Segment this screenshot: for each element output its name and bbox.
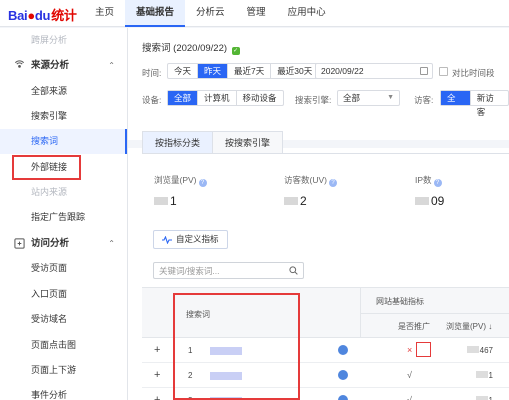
device-selector: 全部 计算机 移动设备 (167, 90, 284, 106)
time-label: 时间: (142, 68, 162, 78)
keyword-search (153, 262, 304, 279)
sidebar-item-visited-domains[interactable]: 受访域名 (0, 307, 127, 332)
sidebar-item-search-terms[interactable]: 搜索词 (0, 129, 127, 154)
sidebar-item-click-map[interactable]: 页面点击图 (0, 333, 127, 358)
sidebar-item-visited-pages[interactable]: 受访页面 (0, 256, 127, 281)
page-title: 搜索词 (2020/09/22) ✓ (142, 40, 240, 55)
sidebar-item-ad-tracking[interactable]: 指定广告跟踪 (0, 205, 127, 230)
chevron-up-icon: ⌃ (108, 239, 115, 248)
search-icon[interactable] (289, 266, 298, 275)
device-computer[interactable]: 计算机 (198, 91, 237, 105)
custom-metric-label: 自定义指标 (176, 234, 219, 244)
device-label: 设备: (142, 95, 162, 105)
sidebar-group-source-label: 来源分析 (31, 60, 70, 71)
time-range-selector: 今天 昨天 最近7天 最近30天 (167, 63, 320, 79)
main-nav: 主页 基础报告 分析云 管理 应用中心 (84, 0, 337, 27)
wave-icon (162, 236, 172, 244)
sidebar-group-visit[interactable]: 访问分析 ⌃ (0, 231, 127, 256)
tab-by-metric[interactable]: 按指标分类 (142, 131, 214, 154)
sidebar-item-event-analysis[interactable]: 事件分析 (0, 383, 127, 400)
logo-text-du: du (34, 8, 51, 23)
top-bar: Bai●du统计 主页 基础报告 分析云 管理 应用中心 (0, 0, 509, 27)
time-yesterday[interactable]: 昨天 (198, 64, 229, 78)
visitor-label: 访客: (414, 95, 434, 105)
search-input[interactable] (154, 263, 279, 278)
baidu-tongji-logo[interactable]: Bai●du统计 (8, 5, 77, 24)
sidebar-item-page-flow[interactable]: 页面上下游 (0, 358, 127, 383)
visit-icon (14, 238, 25, 249)
check-badge-icon: ✓ (231, 47, 240, 55)
report-date: (2020/09/22) (173, 43, 228, 54)
time-today[interactable]: 今天 (168, 64, 199, 78)
engine-value: 全部 (343, 93, 361, 103)
engine-label: 搜索引擎: (295, 95, 332, 105)
compare-checkbox[interactable] (439, 67, 448, 76)
date-value: 2020/09/22 (321, 66, 364, 76)
nav-analysis-cloud[interactable]: 分析云 (185, 0, 236, 27)
visitor-selector: 全部 新访客 (440, 90, 509, 117)
tab-by-engine[interactable]: 按搜索引擎 (212, 131, 284, 154)
nav-basic-report[interactable]: 基础报告 (125, 0, 186, 27)
sidebar-group-source[interactable]: 来源分析 ⌃ (0, 53, 127, 78)
radar-icon (14, 60, 25, 68)
paw-icon: ● (27, 8, 35, 23)
date-picker[interactable]: 2020/09/22 (315, 63, 433, 79)
engine-select[interactable]: 全部 ▼ (337, 90, 400, 106)
visitor-all[interactable]: 全部 (441, 91, 471, 117)
sidebar-item-cross-screen[interactable]: 跨屏分析 (0, 28, 127, 53)
time-last30[interactable]: 最近30天 (271, 64, 318, 78)
calendar-icon (420, 67, 428, 75)
report-title: 搜索词 (142, 43, 171, 54)
time-last7[interactable]: 最近7天 (228, 64, 272, 78)
sidebar-item-search-engine[interactable]: 搜索引擎 (0, 104, 127, 129)
visitor-new[interactable]: 新访客 (471, 91, 508, 117)
report-tabs: 按指标分类 按搜索引擎 (142, 131, 284, 154)
highlight-box-search-terms (12, 155, 81, 180)
sidebar-item-entry-pages[interactable]: 入口页面 (0, 282, 127, 307)
logo-text-stat: 统计 (51, 8, 77, 23)
device-mobile[interactable]: 移动设备 (237, 91, 283, 105)
highlight-box-keywords (173, 293, 300, 400)
chevron-up-icon: ⌃ (108, 61, 115, 70)
sidebar-group-visit-label: 访问分析 (31, 238, 70, 249)
nav-manage[interactable]: 管理 (236, 0, 277, 27)
nav-home[interactable]: 主页 (84, 0, 125, 27)
sidebar-item-all-sources[interactable]: 全部来源 (0, 79, 127, 104)
custom-metric-button[interactable]: 自定义指标 (153, 230, 228, 249)
highlight-box-promo (416, 342, 431, 357)
device-all[interactable]: 全部 (168, 91, 199, 105)
chevron-down-icon: ▼ (387, 94, 394, 101)
sidebar-item-internal-source[interactable]: 站内来源 (0, 180, 127, 205)
logo-text: Bai (8, 8, 28, 23)
compare-label: 对比时间段 (452, 68, 495, 78)
sidebar: 跨屏分析 来源分析 ⌃ 全部来源 搜索引擎 搜索词 外部链接 站内来源 指定广告… (0, 28, 128, 400)
nav-app-center[interactable]: 应用中心 (277, 0, 337, 27)
